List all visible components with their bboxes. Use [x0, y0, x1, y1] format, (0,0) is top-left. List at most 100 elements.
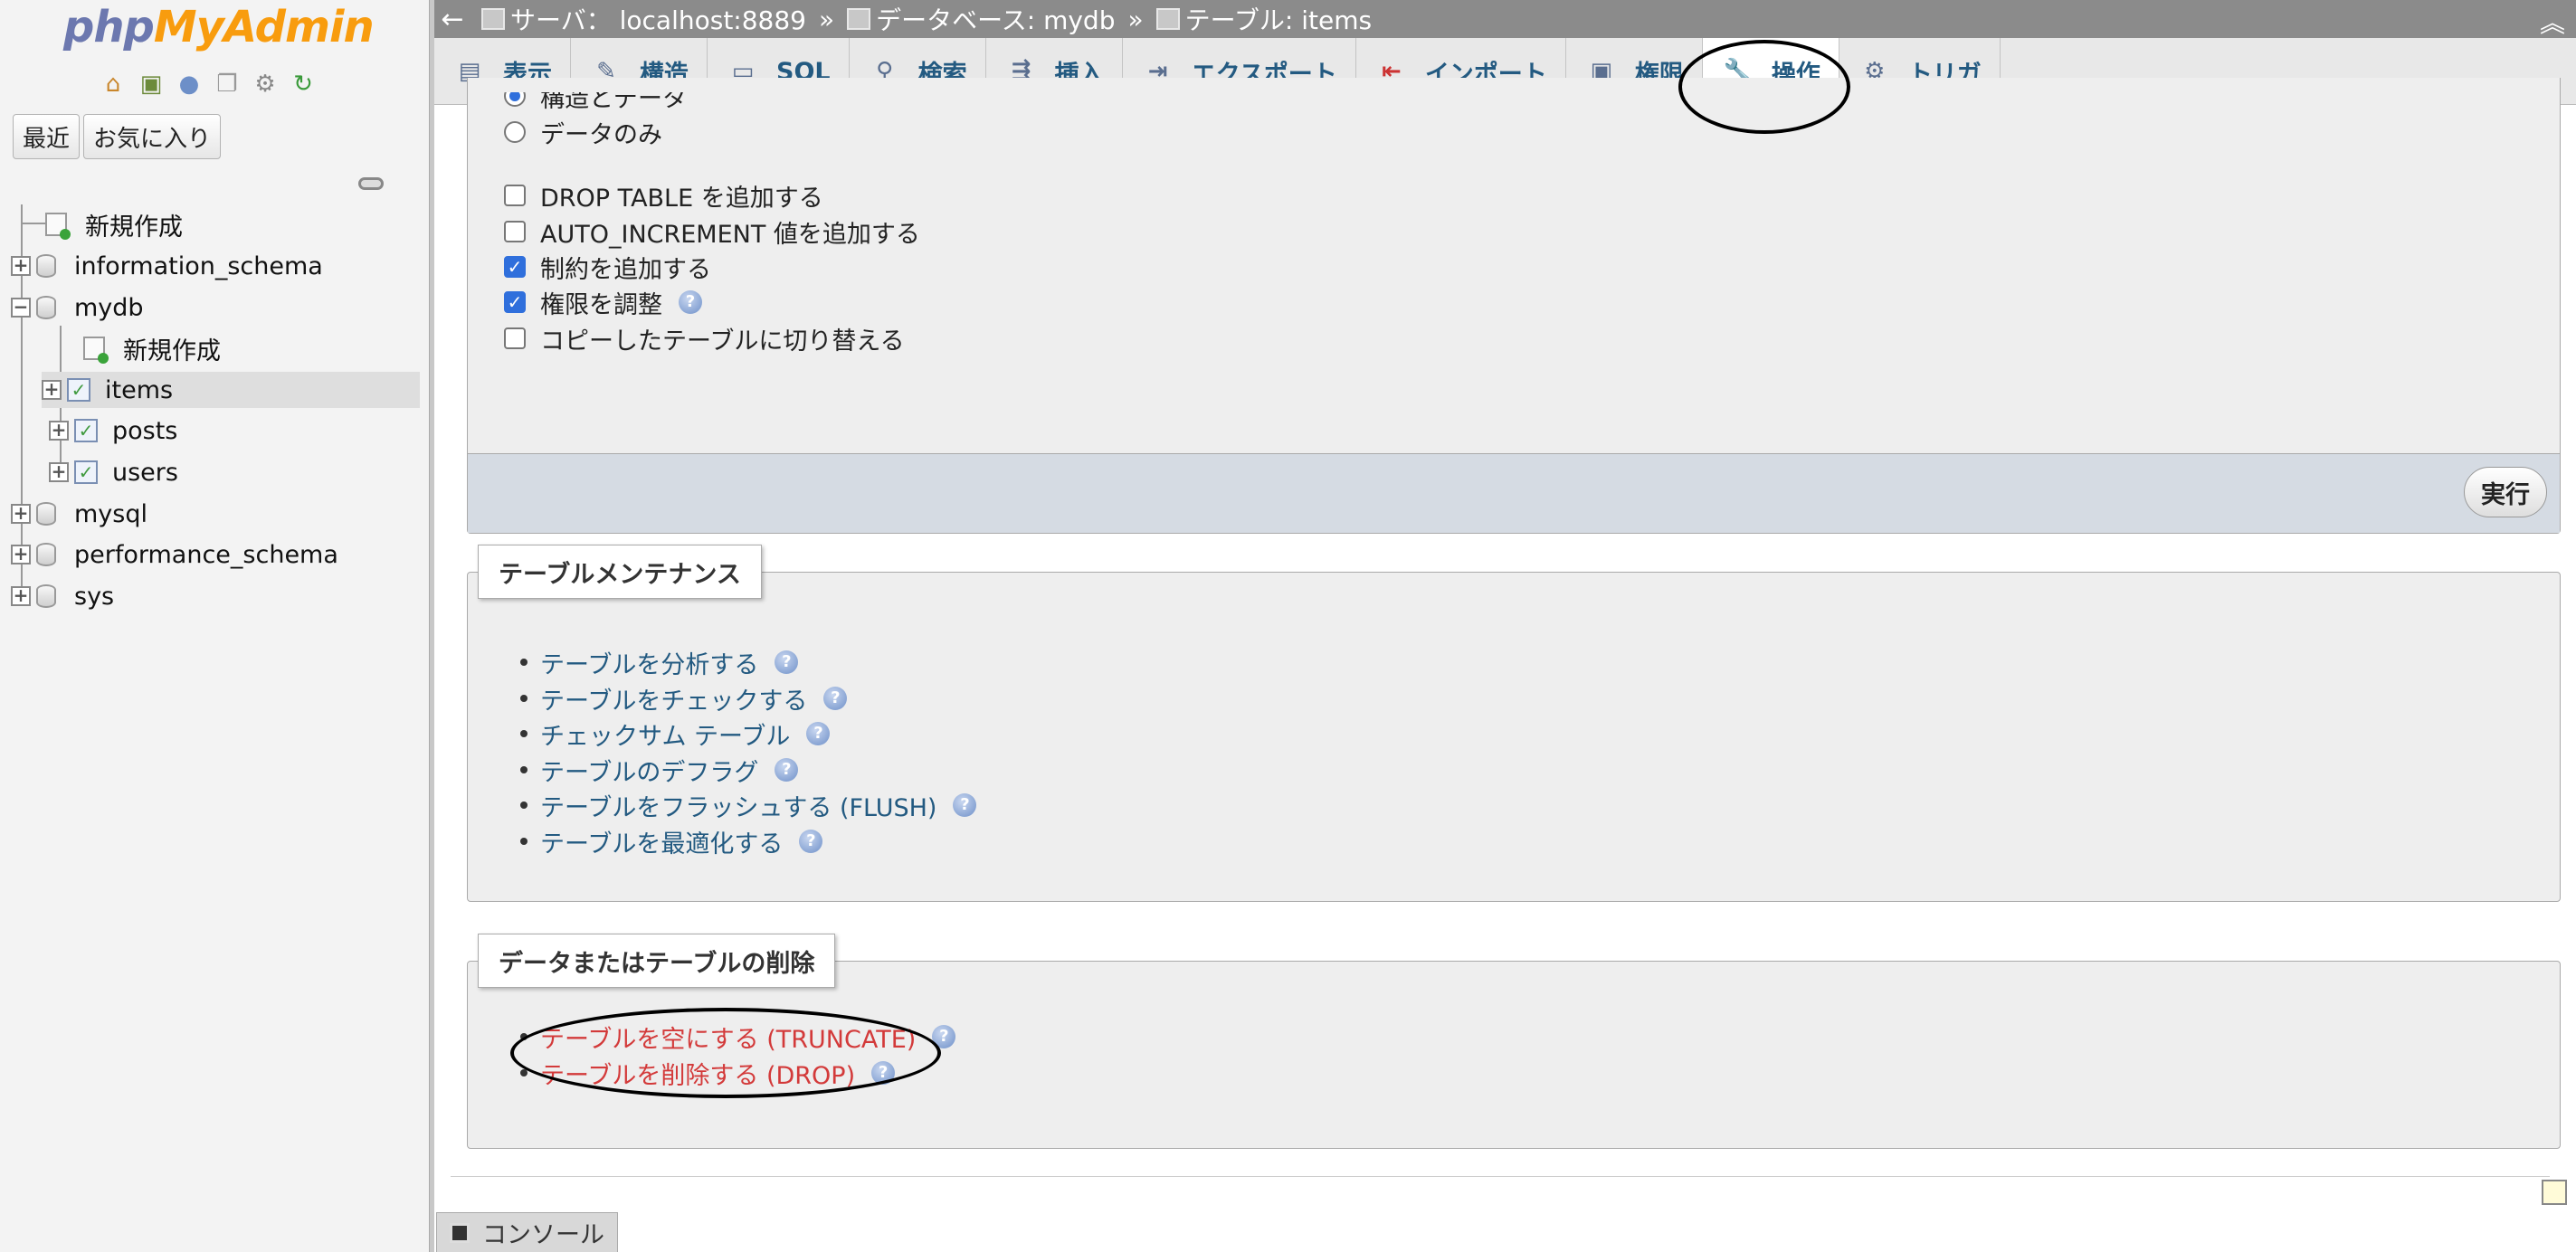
- recent-button[interactable]: 最近: [13, 114, 81, 159]
- tree-item-items[interactable]: + ✓ items: [42, 372, 420, 408]
- tree-item-label: 新規作成: [85, 213, 183, 242]
- back-arrow-icon[interactable]: ←: [434, 4, 471, 35]
- checkbox[interactable]: [504, 327, 526, 349]
- tree-item-information-schema[interactable]: + information_schema: [11, 248, 323, 284]
- bullet: [520, 1033, 528, 1040]
- help-icon[interactable]: ?: [806, 722, 831, 745]
- drop-table-link[interactable]: テーブルを削除する (DROP): [540, 1056, 855, 1091]
- help-icon[interactable]: ?: [775, 758, 799, 782]
- checkbox-add-constraints[interactable]: ✓ 制約を追加する: [504, 251, 711, 284]
- link-with-main-icon[interactable]: [358, 177, 384, 190]
- tree-item-label: mysql: [74, 499, 147, 528]
- list-item-check[interactable]: テーブルをチェックする ?: [520, 681, 848, 716]
- console-toggle[interactable]: コンソール: [436, 1212, 618, 1252]
- expand-icon[interactable]: +: [11, 586, 31, 606]
- optimize-table-link[interactable]: テーブルを最適化する: [540, 824, 783, 859]
- expand-icon[interactable]: +: [11, 256, 31, 276]
- list-item-drop[interactable]: テーブルを削除する (DROP) ?: [520, 1056, 896, 1091]
- checksum-table-link[interactable]: チェックサム テーブル: [540, 716, 790, 752]
- radio-label: 構造とデータ: [540, 84, 687, 113]
- tree-item-new-database[interactable]: 新規作成: [45, 206, 183, 242]
- list-item-optimize[interactable]: テーブルを最適化する ?: [520, 824, 823, 859]
- reload-icon[interactable]: ↻: [290, 71, 317, 98]
- execute-button[interactable]: 実行: [2464, 467, 2547, 517]
- docs-icon[interactable]: ❐: [214, 71, 241, 98]
- help-icon[interactable]: ●: [176, 71, 203, 98]
- list-item-checksum[interactable]: チェックサム テーブル ?: [520, 716, 831, 752]
- tree-item-users[interactable]: + ✓ users: [49, 454, 178, 490]
- home-icon[interactable]: ⌂: [100, 71, 127, 98]
- tree-item-label: 新規作成: [123, 337, 221, 365]
- breadcrumb-table[interactable]: テーブル: items: [1185, 1, 1373, 37]
- flush-table-link[interactable]: テーブルをフラッシュする (FLUSH): [540, 788, 936, 823]
- expand-icon[interactable]: +: [49, 421, 69, 441]
- expand-icon[interactable]: +: [11, 545, 31, 564]
- breadcrumb: ← サーバ： localhost:8889 » データベース: mydb » テ…: [434, 0, 2576, 38]
- expand-icon[interactable]: +: [49, 462, 69, 482]
- delete-data-panel: テーブルを空にする (TRUNCATE) ? テーブルを削除する (DROP) …: [467, 961, 2561, 1149]
- breadcrumb-database[interactable]: データベース: mydb: [876, 1, 1115, 37]
- new-icon: [45, 213, 71, 240]
- checkbox-adjust-privileges[interactable]: ✓ 権限を調整 ?: [504, 286, 702, 319]
- collapse-icon[interactable]: −: [11, 298, 31, 318]
- nav-icon-bar: ⌂ ▣ ● ❐ ⚙ ↻: [100, 71, 317, 98]
- analyze-table-link[interactable]: テーブルを分析する: [540, 645, 758, 680]
- tree-item-label: sys: [74, 582, 115, 611]
- tree-item-new-table[interactable]: 新規作成: [83, 330, 221, 366]
- collapse-top-icon[interactable]: ︽: [2540, 4, 2565, 40]
- tree-item-mydb[interactable]: − mydb: [11, 289, 144, 326]
- database-icon: [36, 584, 56, 608]
- check-table-link[interactable]: テーブルをチェックする: [540, 681, 807, 716]
- bullet: [520, 659, 528, 666]
- checkbox[interactable]: [504, 221, 526, 242]
- phpmyadmin-logo[interactable]: phpMyAdmin: [63, 2, 375, 52]
- logout-icon[interactable]: ▣: [138, 71, 165, 98]
- help-icon[interactable]: ?: [799, 830, 823, 853]
- expand-icon[interactable]: +: [11, 504, 31, 524]
- help-icon[interactable]: ?: [932, 1025, 956, 1048]
- database-icon: [847, 8, 871, 30]
- table-icon: ✓: [74, 460, 98, 484]
- bullet: [520, 1069, 528, 1077]
- checkbox-checked[interactable]: ✓: [504, 256, 526, 278]
- radio-structure-data[interactable]: 構造とデータ: [504, 84, 687, 113]
- truncate-table-link[interactable]: テーブルを空にする (TRUNCATE): [540, 1020, 916, 1055]
- radio-button[interactable]: [504, 92, 526, 107]
- tree-item-sys[interactable]: + sys: [11, 578, 114, 614]
- favorites-button[interactable]: お気に入り: [83, 114, 222, 159]
- tree-item-label: items: [105, 375, 174, 404]
- notepad-icon[interactable]: [2542, 1180, 2567, 1205]
- bullet: [520, 730, 528, 737]
- checkbox-label: コピーしたテーブルに切り替える: [540, 327, 905, 356]
- database-icon: [36, 254, 56, 278]
- tree-item-performance-schema[interactable]: + performance_schema: [11, 536, 338, 573]
- tree-item-mysql[interactable]: + mysql: [11, 496, 147, 532]
- expand-icon[interactable]: +: [42, 380, 62, 400]
- breadcrumb-server[interactable]: サーバ： localhost:8889: [510, 1, 806, 37]
- help-icon[interactable]: ?: [953, 793, 977, 817]
- defragment-table-link[interactable]: テーブルのデフラグ: [540, 753, 758, 788]
- checkbox-auto-increment[interactable]: AUTO_INCREMENT 値を追加する: [504, 215, 920, 249]
- database-icon: [36, 296, 56, 319]
- list-item-analyze[interactable]: テーブルを分析する ?: [520, 645, 799, 680]
- copy-table-panel: 構造とデータ データのみ DROP TABLE を追加する AUTO_INCRE…: [467, 78, 2561, 534]
- help-icon[interactable]: ?: [823, 687, 848, 710]
- checkbox[interactable]: [504, 185, 526, 206]
- tree-item-label: posts: [112, 416, 178, 445]
- list-item-truncate[interactable]: テーブルを空にする (TRUNCATE) ?: [520, 1020, 956, 1055]
- checkbox-drop-table[interactable]: DROP TABLE を追加する: [504, 179, 823, 213]
- tree-item-posts[interactable]: + ✓ posts: [49, 413, 177, 449]
- settings-icon[interactable]: ⚙: [252, 71, 279, 98]
- list-item-flush[interactable]: テーブルをフラッシュする (FLUSH) ?: [520, 788, 977, 823]
- radio-button[interactable]: [504, 121, 526, 143]
- help-icon[interactable]: ?: [679, 290, 702, 314]
- tree-item-label: mydb: [74, 293, 144, 322]
- tree-line: [21, 223, 46, 224]
- help-icon[interactable]: ?: [775, 650, 799, 674]
- checkbox-label: 権限を調整: [540, 290, 662, 319]
- radio-data-only[interactable]: データのみ: [504, 116, 662, 149]
- checkbox-checked[interactable]: ✓: [504, 291, 526, 313]
- help-icon[interactable]: ?: [871, 1061, 896, 1085]
- checkbox-switch-to-copied[interactable]: コピーしたテーブルに切り替える: [504, 322, 905, 356]
- list-item-defrag[interactable]: テーブルのデフラグ ?: [520, 753, 799, 788]
